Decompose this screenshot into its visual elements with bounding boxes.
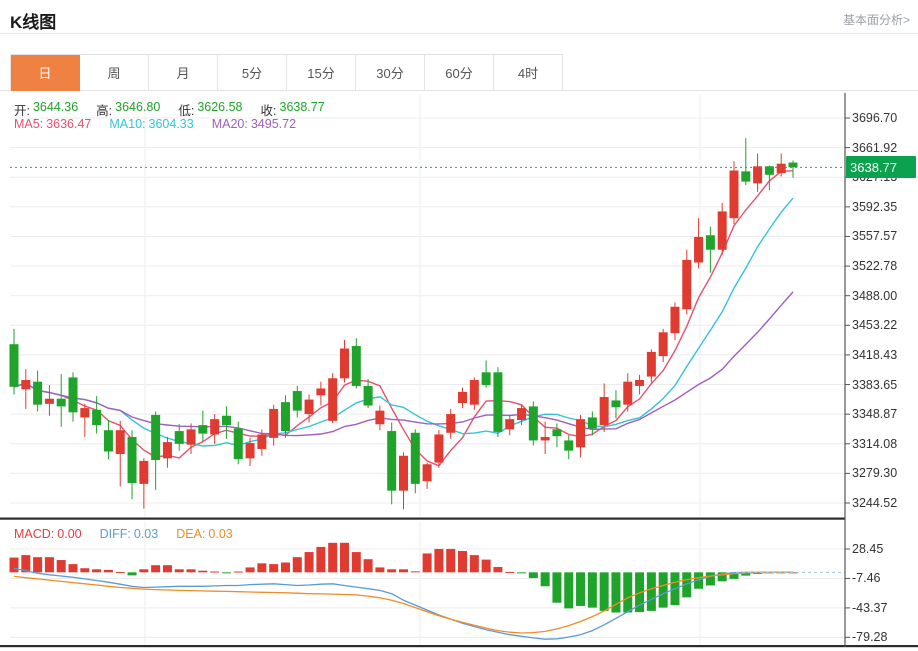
y-axis-tick-label: 3314.08 xyxy=(852,437,914,451)
y-axis-tick-label: 3488.00 xyxy=(852,289,914,303)
legend-item: MACD:0.00 xyxy=(14,527,82,541)
y-axis-tick-label: 3696.70 xyxy=(852,111,914,125)
legend-item: DEA:0.03 xyxy=(176,527,233,541)
y-axis-tick-label: -7.46 xyxy=(852,571,914,585)
y-axis-tick-label: -43.37 xyxy=(852,601,914,615)
legend-item: DIFF:0.03 xyxy=(100,527,159,541)
y-axis-tick-label: 28.45 xyxy=(852,542,914,556)
y-axis-tick-label: 3453.22 xyxy=(852,318,914,332)
legend-item: MA10:3604.33 xyxy=(109,117,193,131)
y-axis-tick-label: 3661.92 xyxy=(852,141,914,155)
y-axis-tick-label: 3244.52 xyxy=(852,496,914,510)
kline-chart-canvas[interactable] xyxy=(0,0,918,651)
y-axis-tick-label: 3557.57 xyxy=(852,229,914,243)
y-axis-tick-label: 3348.87 xyxy=(852,407,914,421)
y-axis-tick-label: 3383.65 xyxy=(852,378,914,392)
ma-legend: MA5:3636.47 MA10:3604.33 MA20:3495.72 xyxy=(14,117,296,131)
kline-widget: K线图 基本面分析> 日周月5分15分30分60分4时 开:3644.36高:3… xyxy=(0,0,918,651)
y-axis-tick-label: 3418.43 xyxy=(852,348,914,362)
legend-item: MA20:3495.72 xyxy=(212,117,296,131)
macd-legend: MACD:0.00 DIFF:0.03 DEA:0.03 xyxy=(14,527,233,541)
legend-item: MA5:3636.47 xyxy=(14,117,91,131)
y-axis-tick-label: 3522.78 xyxy=(852,259,914,273)
y-axis-tick-label: 3592.35 xyxy=(852,200,914,214)
y-axis-tick-label: 3279.30 xyxy=(852,466,914,480)
current-price-badge: 3638.77 xyxy=(846,156,916,178)
y-axis-tick-label: -79.28 xyxy=(852,630,914,644)
